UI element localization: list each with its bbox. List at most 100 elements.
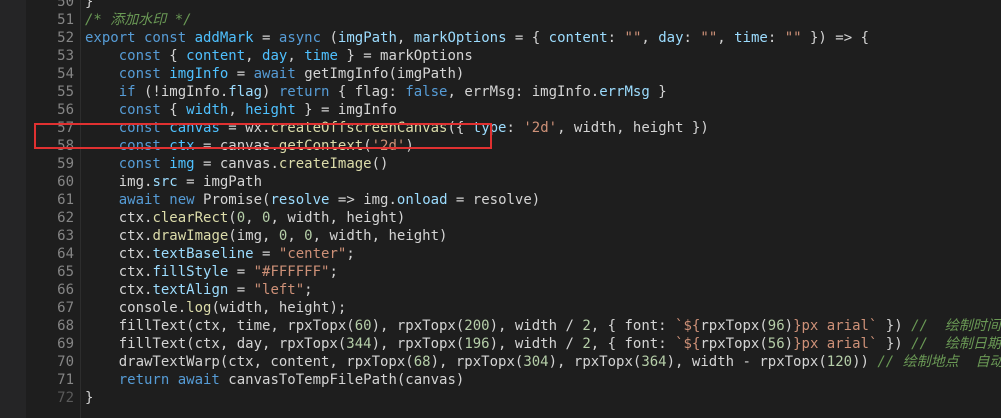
code-line[interactable]: 51 /* 添加水印 */: [0, 11, 1001, 29]
code-token: const: [85, 102, 170, 118]
code-token: ;: [329, 264, 338, 280]
code-token: clearRect: [152, 210, 229, 226]
code-token: // 绘制地点 自动换: [877, 354, 1001, 370]
code-text: const imgInfo = await getImgInfo(imgPath…: [85, 65, 465, 83]
code-token: ctx.: [85, 282, 153, 298]
line-number: 57: [57, 120, 74, 136]
code-token: ): [784, 318, 794, 334]
code-token: canvas: [169, 120, 220, 136]
code-line[interactable]: 53 const { content, day, time } = markOp…: [0, 47, 1001, 65]
code-token: ), width /: [489, 336, 583, 352]
code-token: 2: [582, 336, 591, 352]
code-token: , errMsg: imgInfo.: [447, 84, 600, 100]
code-token: ,: [287, 48, 305, 64]
code-line[interactable]: 57 const canvas = wx.createOffscreenCanv…: [0, 119, 1001, 137]
code-token: 68: [413, 354, 431, 370]
code-token: => img.: [329, 192, 397, 208]
code-line[interactable]: 56 const { width, height } = imgInfo: [0, 101, 1001, 119]
code-token: ), width /: [489, 318, 583, 334]
code-token: content: [186, 48, 246, 64]
code-token: , width, height): [270, 210, 406, 226]
code-line[interactable]: 63 ctx.drawImage(img, 0, 0, width, heigh…: [0, 227, 1001, 245]
code-line[interactable]: 61 await new Promise(resolve => img.onlo…: [0, 191, 1001, 209]
code-token: `${: [675, 336, 701, 352]
code-token: 344: [346, 336, 372, 352]
code-token: '2d': [523, 120, 558, 136]
code-token: :: [607, 30, 625, 46]
code-token: , width, height }): [557, 120, 709, 136]
code-token: 304: [523, 354, 549, 370]
code-token: , { font:: [590, 318, 676, 334]
code-line[interactable]: 54 const imgInfo = await getImgInfo(imgP…: [0, 65, 1001, 83]
code-token: if: [85, 84, 136, 100]
code-token: const: [85, 120, 170, 136]
code-token: fillText(ctx, day, rpxTopx(: [85, 336, 347, 352]
code-token: :: [767, 30, 785, 46]
code-token: :: [683, 30, 701, 46]
code-token: (: [321, 30, 338, 46]
code-token: log: [186, 300, 212, 316]
code-token: }: [85, 0, 94, 10]
code-token: imgInfo: [169, 66, 229, 82]
code-text: await new Promise(resolve => img.onload …: [85, 191, 541, 209]
code-token: ,: [717, 30, 735, 46]
code-token: {: [169, 102, 187, 118]
code-token: {: [169, 48, 187, 64]
code-token: ,: [287, 228, 305, 244]
code-line[interactable]: 66 ctx.textAlign = "left";: [0, 281, 1001, 299]
code-token: textAlign: [152, 282, 229, 298]
code-text: ctx.drawImage(img, 0, 0, width, height): [85, 227, 448, 245]
code-token: /* 添加水印 */: [85, 12, 192, 28]
code-token: day: [658, 30, 684, 46]
code-line[interactable]: 52 export const addMark = async (imgPath,…: [0, 29, 1001, 47]
code-line[interactable]: 65 ctx.fillStyle = "#FFFFFF";: [0, 263, 1001, 281]
code-token: content: [548, 30, 608, 46]
code-line[interactable]: 50}: [0, 0, 1001, 11]
code-token: =: [253, 30, 279, 46]
code-token: (width, height);: [211, 300, 347, 316]
code-token: textBaseline: [152, 246, 254, 262]
code-line[interactable]: 62 ctx.clearRect(0, 0, width, height): [0, 209, 1001, 227]
code-token: "": [700, 30, 718, 46]
code-token: getContext: [278, 138, 364, 154]
code-line[interactable]: 71 return await canvasToTempFilePath(can…: [0, 371, 1001, 389]
code-token: markOptions: [413, 30, 507, 46]
line-number: 64: [57, 246, 74, 262]
line-number: 65: [57, 264, 74, 280]
code-token: src: [152, 174, 178, 190]
code-line[interactable]: 55 if (!imgInfo.flag) return { flag: fal…: [0, 83, 1001, 101]
line-number: 71: [57, 372, 74, 388]
code-token: ): [784, 336, 794, 352]
line-number: 56: [57, 102, 74, 118]
code-token: const: [85, 66, 170, 82]
code-token: `${: [675, 318, 701, 334]
code-line[interactable]: 64 ctx.textBaseline = "center";: [0, 245, 1001, 263]
code-token: }px arial`: [793, 336, 878, 352]
code-text: return await canvasToTempFilePath(canvas…: [85, 371, 465, 389]
code-token: ,: [641, 30, 659, 46]
code-token: getImgInfo(imgPath): [295, 66, 465, 82]
code-editor[interactable]: 50} 51/* 添加水印 */52 export const addMark = …: [0, 0, 1001, 418]
code-token: ;: [304, 282, 313, 298]
line-number: 67: [57, 300, 74, 316]
code-line[interactable]: 58 const ctx = canvas.getContext('2d'): [0, 137, 1001, 155]
line-number: 55: [57, 84, 74, 100]
code-token: console.: [85, 300, 187, 316]
code-token: type: [472, 120, 507, 136]
code-token: ,: [228, 102, 246, 118]
code-token: }) => {: [801, 30, 869, 46]
code-line[interactable]: 72}: [0, 389, 1001, 407]
code-text: console.log(width, height);: [85, 299, 347, 317]
code-lines: 50} 51/* 添加水印 */52 export const addMark = …: [0, 0, 1001, 407]
code-line[interactable]: 59 const img = canvas.createImage(): [0, 155, 1001, 173]
code-line[interactable]: 70 drawTextWarp(ctx, content, rpxTopx(68…: [0, 353, 1001, 371]
code-text: ctx.clearRect(0, 0, width, height): [85, 209, 406, 227]
code-token: ), rpxTopx(: [371, 318, 465, 334]
code-line[interactable]: 60 img.src = imgPath: [0, 173, 1001, 191]
code-token: ,: [245, 48, 263, 64]
code-token: ctx: [169, 138, 195, 154]
code-token: height: [245, 102, 296, 118]
code-line[interactable]: 67 console.log(width, height);: [0, 299, 1001, 317]
code-line[interactable]: 69 fillText(ctx, day, rpxTopx(344), rpxT…: [0, 335, 1001, 353]
code-line[interactable]: 68 fillText(ctx, time, rpxTopx(60), rpxT…: [0, 317, 1001, 335]
